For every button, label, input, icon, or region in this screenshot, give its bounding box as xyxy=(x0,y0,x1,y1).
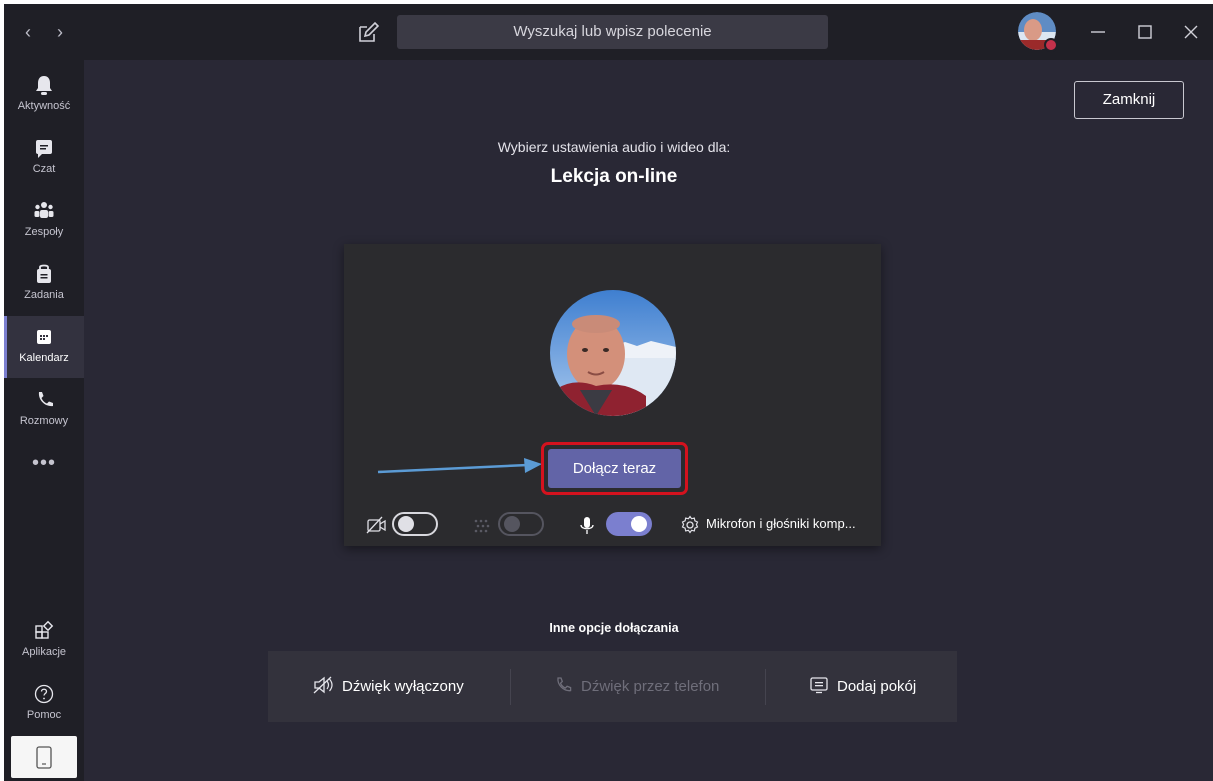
minimize-icon[interactable] xyxy=(1083,18,1113,46)
close-button[interactable]: Zamknij xyxy=(1074,81,1184,119)
rail-label-apps: Aplikacje xyxy=(21,646,67,658)
rail-label-chat: Czat xyxy=(32,163,56,175)
title-bar: ‹ › Wyszukaj lub wpisz polecenie xyxy=(4,4,1213,60)
phone-audio-label: Dźwięk przez telefon xyxy=(581,678,720,695)
close-window-icon[interactable] xyxy=(1176,18,1206,46)
arrow-pointer xyxy=(377,458,542,474)
maximize-icon[interactable] xyxy=(1130,18,1160,46)
divider xyxy=(765,669,766,705)
divider xyxy=(510,669,511,705)
rail-label-help: Pomoc xyxy=(26,709,62,721)
more-apps-button[interactable]: ••• xyxy=(4,452,84,475)
rail-item-calendar[interactable]: Kalendarz xyxy=(4,316,84,378)
other-join-options-bar: Dźwięk wyłączony Dźwięk przez telefon Do… xyxy=(268,651,957,722)
apps-icon xyxy=(35,620,54,639)
audio-off-option[interactable]: Dźwięk wyłączony xyxy=(312,651,464,722)
app-rail: Aktywność Czat Zespoły Zadania Kalendarz… xyxy=(4,60,84,781)
camera-toggle[interactable] xyxy=(392,512,438,536)
mobile-icon xyxy=(36,746,52,769)
blur-toggle[interactable] xyxy=(498,512,544,536)
speaker-off-icon xyxy=(313,676,333,694)
other-join-options-title: Inne opcje dołączania xyxy=(549,621,679,635)
profile-photo xyxy=(550,290,676,416)
rail-label-activity: Aktywność xyxy=(17,100,71,112)
rail-item-help[interactable]: Pomoc xyxy=(4,673,84,735)
compose-icon[interactable] xyxy=(356,21,380,45)
media-controls: Mikrofon i głośniki komp... xyxy=(344,508,881,542)
rail-item-activity[interactable]: Aktywność xyxy=(4,64,84,126)
settings-subtitle: Wybierz ustawienia audio i wideo dla: xyxy=(497,139,731,155)
room-display-icon xyxy=(810,677,828,694)
rail-item-assignments[interactable]: Zadania xyxy=(4,253,84,315)
chat-icon xyxy=(36,140,52,158)
meeting-title: Lekcja on-line xyxy=(550,166,678,187)
bell-icon xyxy=(36,76,52,95)
phone-audio-option[interactable]: Dźwięk przez telefon xyxy=(555,651,719,722)
phone-icon xyxy=(38,392,53,407)
rail-label-calendar: Kalendarz xyxy=(19,352,69,364)
camera-off-icon xyxy=(366,516,386,534)
join-now-button[interactable]: Dołącz teraz xyxy=(548,449,681,488)
rail-item-teams[interactable]: Zespoły xyxy=(4,190,84,252)
presence-badge xyxy=(1044,38,1058,52)
microphone-toggle[interactable] xyxy=(606,512,652,536)
audio-device-selector[interactable]: Mikrofon i głośniki komp... xyxy=(706,516,856,531)
help-icon xyxy=(34,684,54,704)
audio-off-label: Dźwięk wyłączony xyxy=(342,678,464,695)
rail-label-assignments: Zadania xyxy=(24,289,64,301)
chevron-left-icon[interactable]: ‹ xyxy=(18,20,38,44)
video-preview-panel: Dołącz teraz Mikrofon i głośniki komp... xyxy=(344,244,881,546)
rail-item-apps[interactable]: Aplikacje xyxy=(4,610,84,672)
phone-icon xyxy=(557,677,572,692)
rail-item-calls[interactable]: Rozmowy xyxy=(4,379,84,441)
add-room-option[interactable]: Dodaj pokój xyxy=(809,651,916,722)
settings-gear-icon[interactable] xyxy=(679,515,701,535)
calendar-icon xyxy=(37,330,51,344)
search-input[interactable]: Wyszukaj lub wpisz polecenie xyxy=(397,15,828,49)
avatar[interactable] xyxy=(1018,12,1058,52)
mobile-device-button[interactable] xyxy=(11,736,77,778)
rail-item-chat[interactable]: Czat xyxy=(4,127,84,189)
background-blur-icon xyxy=(474,519,490,533)
teams-icon xyxy=(34,202,54,218)
rail-label-calls: Rozmowy xyxy=(19,415,69,427)
add-room-label: Dodaj pokój xyxy=(837,678,917,695)
chevron-right-icon[interactable]: › xyxy=(50,20,70,44)
assignments-icon xyxy=(37,264,51,283)
teams-window: ‹ › Wyszukaj lub wpisz polecenie Aktywno… xyxy=(4,4,1213,781)
rail-label-teams: Zespoły xyxy=(24,226,64,238)
microphone-icon xyxy=(580,517,594,534)
